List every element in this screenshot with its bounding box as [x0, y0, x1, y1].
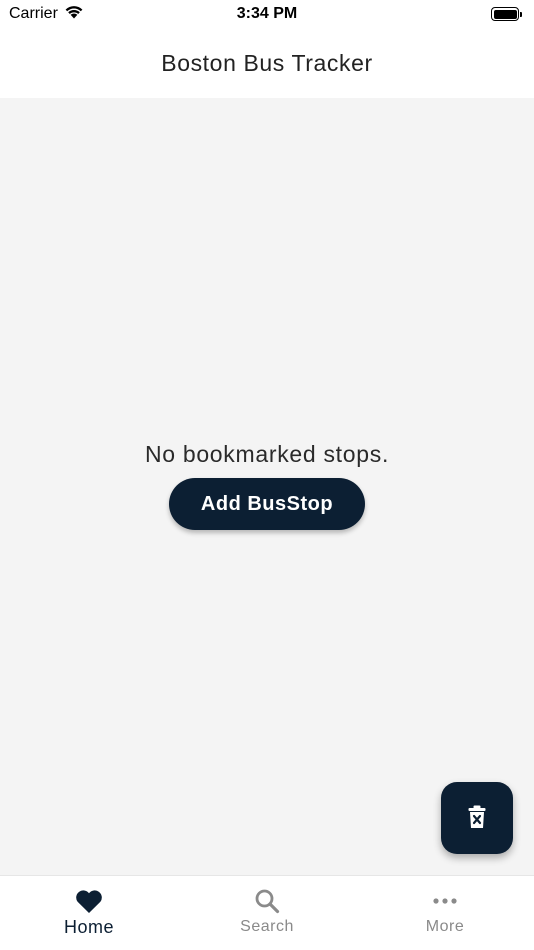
heart-icon: [75, 887, 103, 915]
status-bar: Carrier 3:34 PM: [0, 0, 534, 28]
empty-state: No bookmarked stops. Add BusStop: [0, 441, 534, 530]
page-title: Boston Bus Tracker: [161, 49, 373, 76]
empty-message: No bookmarked stops.: [144, 441, 390, 467]
delete-icon: [468, 805, 486, 832]
tab-more-label: More: [425, 918, 465, 935]
app-screen: Carrier 3:34 PM Boston Bus Tracker No bo…: [0, 0, 534, 950]
tab-more[interactable]: More: [356, 876, 534, 950]
status-time: 3:34 PM: [236, 5, 298, 22]
add-bus-stop-button[interactable]: Add BusStop: [169, 478, 365, 530]
search-icon: [254, 887, 280, 915]
delete-all-button[interactable]: [441, 782, 513, 854]
app-header: Boston Bus Tracker: [0, 28, 534, 98]
tab-bar: Home Search More: [0, 875, 534, 950]
tab-home[interactable]: Home: [0, 876, 178, 950]
battery-icon: [491, 7, 522, 21]
main-content: No bookmarked stops. Add BusStop: [0, 98, 534, 875]
tab-home-label: Home: [63, 917, 114, 937]
tab-search[interactable]: Search: [178, 876, 356, 950]
more-icon: [432, 887, 458, 915]
tab-search-label: Search: [240, 918, 294, 935]
